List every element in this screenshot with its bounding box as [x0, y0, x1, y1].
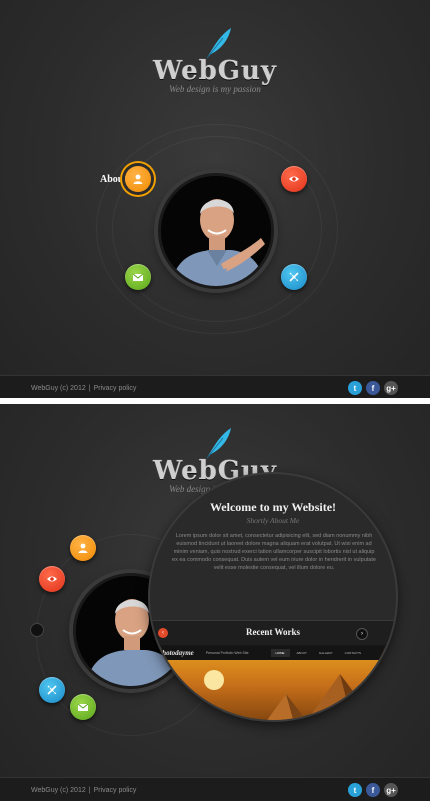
preview-menu: HOME ABOUT GALLERY CONTACTS [270, 649, 366, 657]
preview-menu-item: CONTACTS [344, 651, 361, 655]
portfolio-button[interactable] [39, 566, 65, 592]
twitter-icon[interactable]: t [348, 783, 362, 797]
eye-icon [289, 176, 299, 182]
footer-separator: | [88, 384, 91, 392]
logo[interactable]: WebGuy Web design is my passion [0, 56, 430, 94]
contacts-button[interactable] [125, 264, 151, 290]
google-plus-icon[interactable]: g+ [384, 381, 398, 395]
footer-copyright: WebGuy (c) 2012 [31, 786, 86, 794]
services-button[interactable] [281, 264, 307, 290]
work-preview[interactable]: Photodayme Personal Portfolio Web Site H… [150, 646, 396, 720]
feather-icon [206, 428, 231, 459]
home-dot-icon[interactable] [30, 623, 44, 637]
preview-menu-item: GALLERY [318, 651, 333, 655]
preview-menu-item: HOME [270, 649, 290, 657]
mail-icon [132, 273, 144, 281]
man-portrait-image [161, 176, 271, 286]
facebook-icon[interactable]: f [366, 783, 380, 797]
privacy-policy-link[interactable]: Privacy policy [94, 787, 137, 794]
footer-copyright: WebGuy (c) 2012 [31, 384, 86, 392]
recent-works-bar: ‹ Recent Works › [150, 620, 396, 646]
about-button[interactable] [125, 166, 151, 192]
user-icon [78, 543, 88, 553]
tools-icon [289, 272, 299, 282]
home-screen: WebGuy Web design is my passion About We… [0, 0, 430, 398]
eye-icon [47, 576, 57, 582]
welcome-body: Lorem ipsum dolor sit amet, consectetur … [172, 533, 376, 571]
footer-separator: | [88, 786, 91, 794]
mail-icon [77, 703, 89, 711]
google-plus-icon[interactable]: g+ [384, 783, 398, 797]
welcome-title: Welcome to my Website! [209, 500, 337, 514]
content-circle: Welcome to my Website! Shortly About Me … [150, 474, 396, 720]
about-label[interactable]: About [100, 174, 127, 185]
logo-text: WebGuy [152, 56, 277, 86]
portfolio-button[interactable] [281, 166, 307, 192]
privacy-policy-link[interactable]: Privacy policy [94, 385, 137, 392]
twitter-icon[interactable]: t [348, 381, 362, 395]
logo-tagline: Web design is my passion [169, 84, 261, 94]
user-icon [133, 174, 143, 184]
preview-nav: Photodayme Personal Portfolio Web Site H… [150, 646, 396, 660]
preview-menu-item: ABOUT [296, 651, 307, 655]
services-button[interactable] [39, 677, 65, 703]
welcome-subtitle: Shortly About Me [246, 516, 300, 525]
contacts-button[interactable] [70, 694, 96, 720]
portrait [158, 173, 274, 289]
footer: WebGuy (c) 2012 | Privacy policy t f g+ [0, 777, 430, 801]
next-arrow-icon[interactable]: › [356, 628, 368, 640]
tools-icon [47, 685, 57, 695]
pyramids-image [204, 670, 375, 720]
preview-brand: Photodayme [158, 649, 194, 657]
logo-text: WebGuy [152, 456, 277, 486]
footer: WebGuy (c) 2012 | Privacy policy t f g+ [0, 375, 430, 398]
feather-icon [206, 28, 231, 59]
facebook-icon[interactable]: f [366, 381, 380, 395]
preview-tagline: Personal Portfolio Web Site [205, 651, 249, 655]
about-button[interactable] [70, 535, 96, 561]
about-screen: WebGuy Web design is my passion Welcome … [0, 404, 430, 801]
